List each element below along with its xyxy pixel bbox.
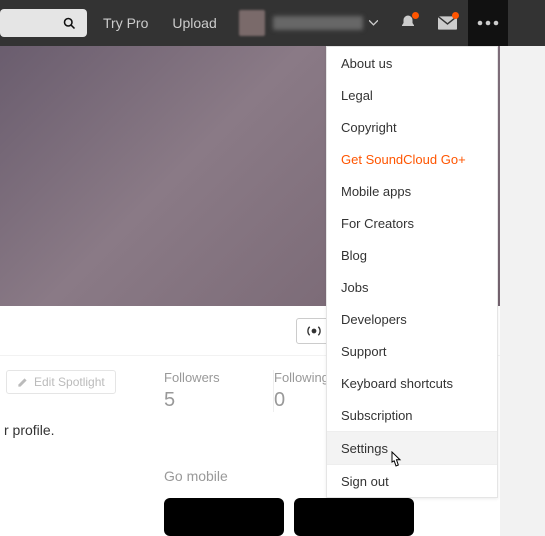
menu-item-keyboard-shortcuts[interactable]: Keyboard shortcuts xyxy=(327,367,497,399)
messages-button[interactable] xyxy=(428,0,468,46)
stat-followers-label: Followers xyxy=(164,370,273,385)
menu-item-jobs[interactable]: Jobs xyxy=(327,271,497,303)
menu-item-settings[interactable]: Settings xyxy=(327,432,497,464)
station-icon xyxy=(307,325,321,337)
stat-followers-value: 5 xyxy=(164,389,273,412)
menu-item-about-us[interactable]: About us xyxy=(327,47,497,79)
user-menu[interactable] xyxy=(229,0,388,46)
more-menu: About usLegalCopyrightGet SoundCloud Go+… xyxy=(326,46,498,498)
menu-item-developers[interactable]: Developers xyxy=(327,303,497,335)
notifications-button[interactable] xyxy=(388,0,428,46)
user-name xyxy=(273,16,363,30)
google-play-badge[interactable] xyxy=(294,498,414,536)
search-input[interactable] xyxy=(0,9,87,37)
edit-spotlight-label: Edit Spotlight xyxy=(34,375,105,389)
menu-item-legal[interactable]: Legal xyxy=(327,79,497,111)
menu-item-support[interactable]: Support xyxy=(327,335,497,367)
pencil-icon xyxy=(17,377,28,388)
menu-item-subscription[interactable]: Subscription xyxy=(327,399,497,431)
menu-item-mobile-apps[interactable]: Mobile apps xyxy=(327,175,497,207)
app-store-badge[interactable] xyxy=(164,498,284,536)
menu-item-for-creators[interactable]: For Creators xyxy=(327,207,497,239)
chevron-down-icon xyxy=(369,20,378,26)
ellipsis-icon xyxy=(477,20,499,26)
menu-item-get-soundcloud-go[interactable]: Get SoundCloud Go+ xyxy=(327,143,497,175)
page-gutter xyxy=(500,46,545,512)
search-icon xyxy=(62,16,77,31)
topbar: Try Pro Upload xyxy=(0,0,545,46)
avatar xyxy=(239,10,265,36)
menu-item-sign-out[interactable]: Sign out xyxy=(327,465,497,497)
messages-badge xyxy=(452,12,459,19)
menu-item-copyright[interactable]: Copyright xyxy=(327,111,497,143)
nav-upload[interactable]: Upload xyxy=(160,15,228,31)
notification-badge xyxy=(412,12,419,19)
edit-spotlight-button[interactable]: Edit Spotlight xyxy=(6,370,116,394)
nav-try-pro[interactable]: Try Pro xyxy=(91,15,160,31)
more-menu-button[interactable] xyxy=(468,0,508,46)
menu-item-blog[interactable]: Blog xyxy=(327,239,497,271)
stat-followers[interactable]: Followers 5 xyxy=(164,370,274,412)
profile-hint: r profile. xyxy=(0,422,160,438)
